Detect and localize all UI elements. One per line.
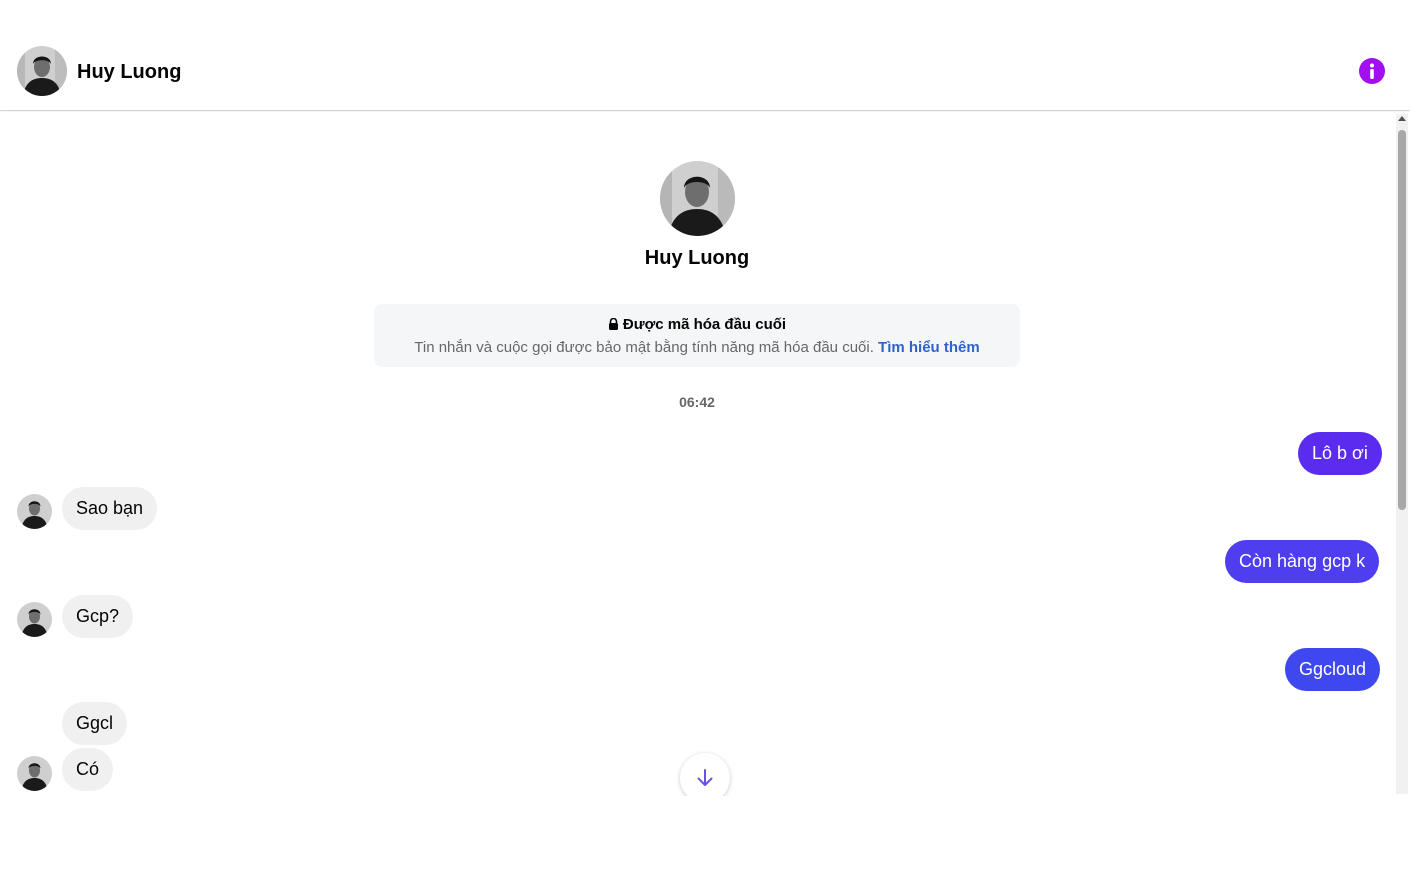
message-list[interactable]: Huy Luong Được mã hóa đầu cuối Tin nhắn … bbox=[0, 110, 1410, 796]
avatar[interactable] bbox=[17, 494, 52, 529]
scroll-up-icon[interactable] bbox=[1398, 116, 1406, 121]
contact-photo-icon bbox=[17, 46, 67, 96]
outgoing-message[interactable]: Còn hàng gcp k bbox=[1225, 540, 1380, 583]
lock-icon bbox=[608, 317, 619, 335]
scroll-to-bottom-button[interactable] bbox=[680, 753, 730, 796]
profile-avatar[interactable] bbox=[660, 161, 735, 236]
encryption-title: Được mã hóa đầu cuối bbox=[622, 316, 787, 333]
scrollbar[interactable] bbox=[1396, 114, 1408, 794]
encryption-notice: Được mã hóa đầu cuối Tin nhắn và cuộc gọ… bbox=[374, 304, 1020, 367]
incoming-message[interactable]: Ggcl bbox=[62, 702, 128, 745]
incoming-message[interactable]: Sao bạn bbox=[62, 487, 158, 530]
info-icon[interactable] bbox=[1358, 57, 1386, 85]
arrow-down-icon bbox=[697, 769, 713, 786]
learn-more-link[interactable]: Tìm hiểu thêm bbox=[878, 339, 980, 356]
scrollbar-thumb[interactable] bbox=[1398, 130, 1406, 510]
chat-header: Huy Luong bbox=[0, 32, 1410, 110]
encryption-description: Tin nhắn và cuộc gọi được bảo mật bằng t… bbox=[414, 339, 874, 356]
chat-window: Huy Luong Huy Luong Được mã hóa đầu cuối… bbox=[0, 32, 1410, 796]
contact-photo-icon bbox=[660, 161, 735, 236]
contact-photo-icon bbox=[17, 602, 52, 637]
outgoing-message[interactable]: Ggcloud bbox=[1285, 648, 1381, 691]
avatar[interactable] bbox=[17, 756, 52, 791]
timestamp: 06:42 bbox=[679, 394, 715, 410]
profile-name: Huy Luong bbox=[644, 247, 750, 269]
avatar[interactable] bbox=[17, 602, 52, 637]
outgoing-message[interactable]: Lô b ơi bbox=[1298, 432, 1382, 475]
contact-name[interactable]: Huy Luong bbox=[77, 60, 181, 84]
encryption-description-row: Tin nhắn và cuộc gọi được bảo mật bằng t… bbox=[374, 339, 1020, 357]
contact-photo-icon bbox=[17, 756, 52, 791]
avatar[interactable] bbox=[17, 46, 67, 96]
incoming-message[interactable]: Có bbox=[62, 748, 114, 791]
incoming-message[interactable]: Gcp? bbox=[62, 595, 134, 638]
encryption-title-row: Được mã hóa đầu cuối bbox=[374, 316, 1020, 335]
contact-photo-icon bbox=[17, 494, 52, 529]
